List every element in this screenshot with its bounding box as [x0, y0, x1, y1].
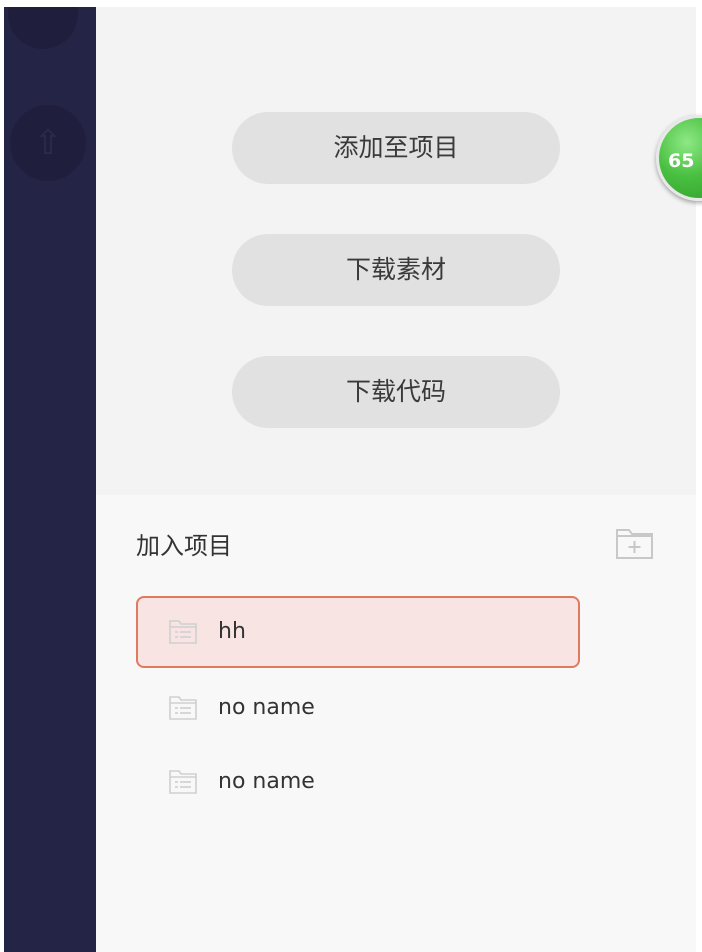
project-item-hh[interactable]: hh [136, 596, 580, 668]
project-item-label: hh [218, 619, 246, 644]
download-material-button[interactable]: 下载素材 [232, 234, 560, 306]
add-to-project-button[interactable]: 添加至项目 [232, 112, 560, 184]
project-folder-icon [168, 694, 198, 722]
folder-plus-icon[interactable] [614, 524, 656, 562]
download-code-button[interactable]: 下载代码 [232, 356, 560, 428]
sidebar-upload-icon[interactable]: ⇧ [10, 105, 86, 181]
project-item-no-name-1[interactable]: no name [136, 672, 580, 744]
sidebar-avatar[interactable] [8, 7, 78, 49]
join-project-title: 加入项目 [136, 532, 232, 560]
project-folder-icon [168, 618, 198, 646]
project-folder-icon [168, 768, 198, 796]
project-item-no-name-2[interactable]: no name [136, 746, 580, 818]
page: ⇧ 添加至项目 下载素材 下载代码 65 加入项目 hh no name no … [0, 0, 702, 952]
project-item-label: no name [218, 769, 315, 794]
project-item-label: no name [218, 695, 315, 720]
sidebar: ⇧ [4, 7, 96, 952]
